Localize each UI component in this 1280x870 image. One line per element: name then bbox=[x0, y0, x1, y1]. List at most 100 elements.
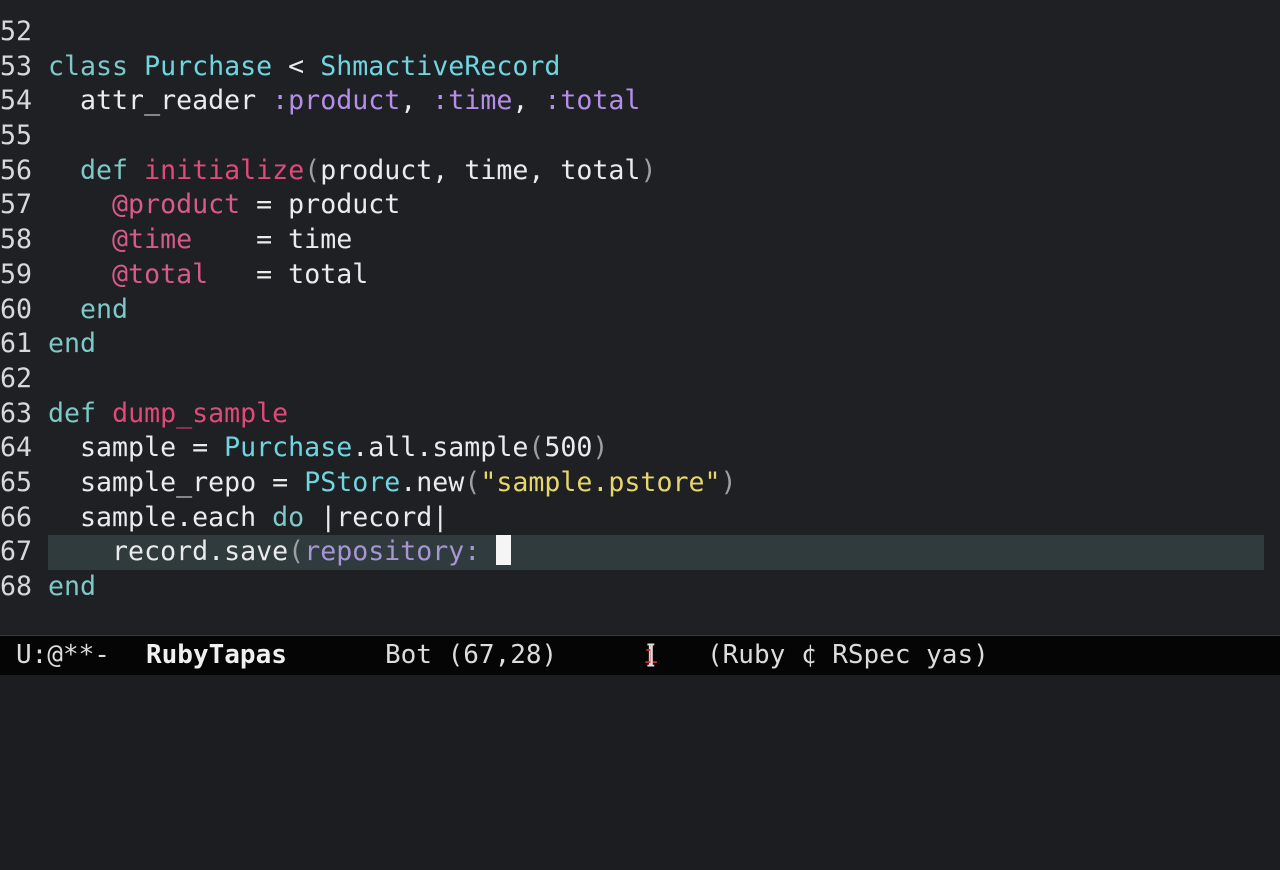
token-sym: :time bbox=[432, 85, 513, 117]
current-code-line[interactable]: 67 record.save(repository: bbox=[0, 535, 1280, 570]
token-plain: = time bbox=[192, 224, 353, 256]
token-paren: ) bbox=[720, 466, 737, 498]
code-line[interactable]: 68 end bbox=[0, 570, 1280, 605]
code-line[interactable]: 56 def initialize(product, time, total) bbox=[0, 154, 1280, 189]
code-lines: 52 53 class Purchase < ShmactiveRecord 54 a… bbox=[0, 15, 1280, 605]
code-line[interactable]: 57 @product = product bbox=[0, 188, 1280, 223]
buffer-state: U:@**- bbox=[16, 640, 110, 670]
token-kw: end bbox=[80, 293, 129, 325]
code-text: @product = product bbox=[48, 188, 400, 223]
line-number: 66 bbox=[0, 501, 33, 533]
line-number: 55 bbox=[0, 120, 33, 152]
active-modes[interactable]: (Ruby ¢ RSpec yas) bbox=[707, 636, 989, 675]
token-ivar: @total bbox=[112, 258, 209, 290]
token-plain: , bbox=[400, 85, 433, 117]
minibuffer[interactable] bbox=[0, 675, 1280, 720]
token-paren: ( bbox=[528, 432, 545, 464]
code-text: def initialize(product, time, total) bbox=[48, 154, 656, 189]
token-const: PStore bbox=[304, 466, 401, 498]
token-kw: end bbox=[48, 571, 97, 602]
code-line[interactable]: 63 def dump_sample bbox=[0, 397, 1280, 432]
token-plain: attr_reader bbox=[48, 85, 273, 117]
token-kw: def bbox=[48, 397, 97, 429]
line-number: 62 bbox=[0, 362, 33, 394]
token-kw: def bbox=[80, 154, 129, 186]
line-number: 60 bbox=[0, 293, 33, 325]
code-line[interactable]: 61 end bbox=[0, 327, 1280, 362]
code-text: end bbox=[48, 293, 128, 328]
token-plain: product, time, total bbox=[320, 154, 641, 186]
token-plain: = total bbox=[208, 258, 369, 290]
code-text: attr_reader :product, :time, :total bbox=[48, 84, 640, 119]
line-number: 63 bbox=[0, 397, 33, 429]
code-text: sample_repo = PStore.new("sample.pstore"… bbox=[48, 466, 737, 501]
token-const: ShmactiveRecord bbox=[320, 50, 561, 82]
code-line[interactable]: 60 end bbox=[0, 293, 1280, 328]
code-text: @total = total bbox=[48, 258, 368, 293]
token-plain: |record| bbox=[304, 501, 449, 533]
token-plain: record.save bbox=[48, 536, 289, 568]
token-fn: initialize bbox=[144, 154, 305, 186]
token-kw: do bbox=[272, 501, 305, 533]
code-text: sample.each do |record| bbox=[48, 501, 448, 536]
line-number: 68 bbox=[0, 571, 33, 602]
line-number: 58 bbox=[0, 224, 33, 256]
code-text: @time = time bbox=[48, 223, 352, 258]
token-paren: ) bbox=[640, 154, 657, 186]
token-paren: ) bbox=[592, 432, 609, 464]
code-text: class Purchase < ShmactiveRecord bbox=[48, 50, 560, 85]
buffer-name[interactable]: RubyTapas bbox=[146, 636, 287, 675]
token-const: Purchase bbox=[144, 50, 273, 82]
code-line[interactable]: 52 bbox=[0, 15, 1280, 50]
code-line[interactable]: 58 @time = time bbox=[0, 223, 1280, 258]
token-sym: :product bbox=[272, 85, 401, 117]
token-str: "sample.pstore" bbox=[480, 466, 721, 498]
code-text: def dump_sample bbox=[48, 397, 288, 432]
token-fn: dump_sample bbox=[112, 397, 289, 429]
code-text: end bbox=[48, 327, 96, 362]
code-text: record.save(repository: bbox=[48, 535, 512, 570]
token-plain: .new bbox=[400, 466, 465, 498]
token-ivar: @time bbox=[112, 224, 193, 256]
code-editor[interactable]: 52 53 class Purchase < ShmactiveRecord 54 a… bbox=[0, 0, 1280, 635]
token-plain: sample = bbox=[48, 432, 225, 464]
token-ivar: @product bbox=[112, 189, 241, 221]
token-plain: sample_repo = bbox=[48, 466, 305, 498]
code-line[interactable]: 64 sample = Purchase.all.sample(500) bbox=[0, 431, 1280, 466]
code-line[interactable]: 53 class Purchase < ShmactiveRecord bbox=[0, 50, 1280, 85]
token-plain: < bbox=[272, 50, 321, 82]
cursor-position: Bot (67,28) bbox=[385, 640, 558, 670]
mode-line: U:@**- RubyTapas Bot (67,28) [i] (Ruby ¢… bbox=[0, 635, 1280, 675]
token-plain: = product bbox=[240, 189, 401, 221]
token-plain: 500 bbox=[544, 432, 593, 464]
line-number: 61 bbox=[0, 328, 33, 360]
token-plain: .all.sample bbox=[352, 432, 529, 464]
code-text: sample = Purchase.all.sample(500) bbox=[48, 431, 608, 466]
token-const: Purchase bbox=[224, 432, 353, 464]
token-plain: , bbox=[512, 85, 545, 117]
line-number: 67 bbox=[0, 536, 33, 568]
code-text: end bbox=[48, 570, 96, 605]
code-line[interactable]: 66 sample.each do |record| bbox=[0, 501, 1280, 536]
token-sym: :total bbox=[544, 85, 641, 117]
code-line[interactable]: 59 @total = total bbox=[0, 258, 1280, 293]
line-number: 53 bbox=[0, 50, 33, 82]
token-paren: ( bbox=[464, 466, 481, 498]
line-number: 56 bbox=[0, 154, 33, 186]
line-number: 59 bbox=[0, 258, 33, 290]
code-line[interactable]: 62 bbox=[0, 362, 1280, 397]
token-plain: sample.each bbox=[48, 501, 273, 533]
line-number: 57 bbox=[0, 189, 33, 221]
code-line[interactable]: 55 bbox=[0, 119, 1280, 154]
code-line[interactable]: 54 attr_reader :product, :time, :total bbox=[0, 84, 1280, 119]
text-cursor bbox=[496, 535, 512, 566]
code-line[interactable]: 65 sample_repo = PStore.new("sample.psto… bbox=[0, 466, 1280, 501]
